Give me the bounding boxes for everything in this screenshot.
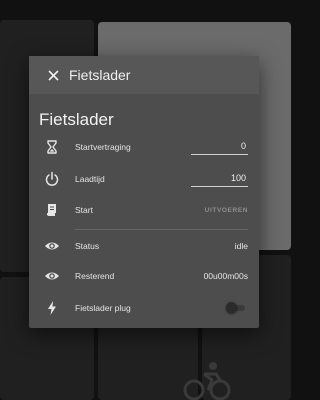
eye-icon [45, 242, 59, 250]
card-title: Fietslader [39, 110, 114, 129]
remaining-value: 00u00m00s [203, 271, 248, 281]
toggle-knob [226, 302, 237, 313]
dialog-header: Fietslader [29, 56, 259, 94]
status-value: idle [234, 241, 248, 251]
power-icon [45, 171, 59, 186]
startvertraging-input[interactable] [191, 139, 248, 155]
flash-icon [48, 301, 56, 315]
more-info-dialog: Fietslader Fietslader Startvertraging La… [29, 56, 259, 328]
plug-toggle[interactable] [226, 302, 246, 313]
row-startvertraging: Startvertraging [29, 137, 259, 157]
row-status: Status idle [29, 236, 259, 256]
dialog-title: Fietslader [69, 67, 131, 83]
close-icon [47, 69, 59, 81]
run-script-button[interactable]: UITVOEREN [205, 207, 248, 214]
bicycle-icon [183, 362, 231, 400]
script-icon [47, 204, 56, 216]
row-laadtijd: Laadtijd [29, 169, 259, 189]
row-start: Start UITVOEREN [29, 200, 259, 220]
row-resterend: Resterend 00u00m00s [29, 266, 259, 286]
laadtijd-input[interactable] [191, 171, 248, 187]
row-label: Status [75, 241, 100, 251]
row-label: Laadtijd [75, 174, 105, 184]
row-label: Start [75, 205, 93, 215]
row-label: Resterend [75, 271, 115, 281]
eye-icon [45, 272, 59, 280]
row-fietslader-plug: Fietslader plug [29, 298, 259, 318]
row-label: Startvertraging [75, 142, 131, 152]
hourglass-icon [47, 140, 57, 154]
divider [75, 229, 248, 230]
close-button[interactable] [46, 68, 60, 82]
row-label: Fietslader plug [75, 303, 131, 313]
